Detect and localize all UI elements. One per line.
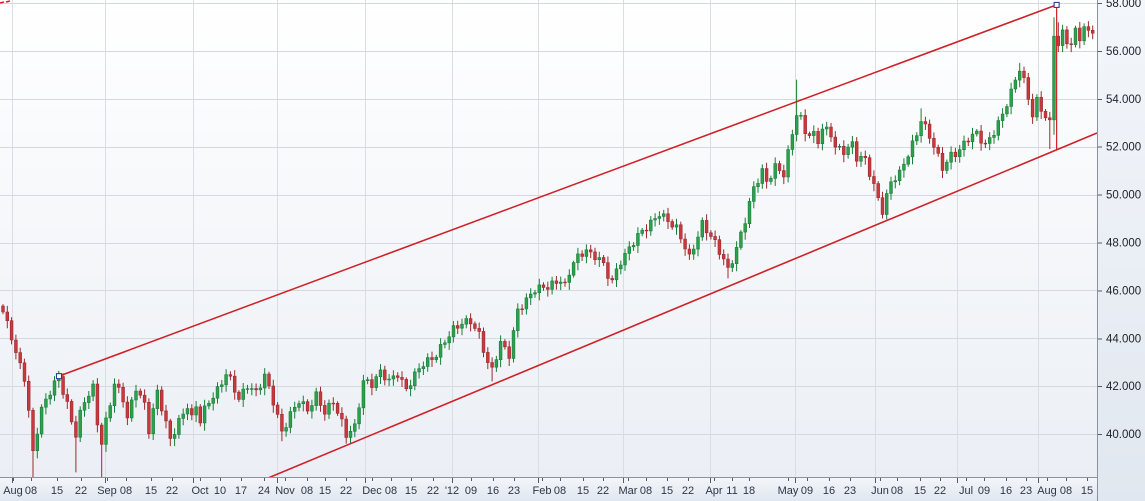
date-tick-label: 15 — [661, 485, 673, 497]
date-tick-label: Aug — [3, 485, 23, 497]
date-tick-label: 15 — [577, 485, 589, 497]
date-tick-label: 08 — [25, 485, 37, 497]
date-tick-label: 16 — [1000, 485, 1012, 497]
price-tick-label: 56.000 — [1106, 46, 1141, 58]
date-tick-label: Jun — [871, 485, 889, 497]
date-tick-label: 08 — [891, 485, 903, 497]
date-tick-label: 08 — [385, 485, 397, 497]
date-tick-label: 08 — [554, 485, 566, 497]
date-tick-label: Feb — [533, 485, 552, 497]
date-tick-label: Nov — [275, 485, 295, 497]
date-tick-label: 15 — [405, 485, 417, 497]
date-tick-label: Mar — [619, 485, 638, 497]
date-tick-label: 15 — [319, 485, 331, 497]
date-tick-label: 23 — [1020, 485, 1032, 497]
date-tick-label: 24 — [258, 485, 270, 497]
channel-anchor-marker[interactable] — [1054, 2, 1059, 7]
date-tick-label: Sep — [97, 485, 117, 497]
date-tick-label: 22 — [597, 485, 609, 497]
date-tick-label: 15 — [914, 485, 926, 497]
date-tick-label: 09 — [801, 485, 813, 497]
price-tick-label: 54.000 — [1106, 94, 1141, 106]
date-tick-label: 11 — [726, 485, 737, 497]
price-tick-label: 40.000 — [1106, 429, 1141, 441]
date-tick-label: 09 — [978, 485, 990, 497]
date-tick-label: 09 — [465, 485, 477, 497]
date-tick-label: 15 — [145, 485, 157, 497]
date-tick-label: 16 — [487, 485, 499, 497]
date-tick-label: 22 — [682, 485, 694, 497]
date-tick-label: 22 — [75, 485, 87, 497]
date-tick-label: 10 — [214, 485, 226, 497]
chart-window: 58.000 56.000 54.000 52.000 50.000 48.000 46.0… — [0, 0, 1145, 501]
date-tick-label: 08 — [301, 485, 313, 497]
price-axis-panel[interactable] — [1098, 0, 1145, 501]
date-tick-label: Jul — [959, 485, 973, 497]
channel-anchor-marker[interactable] — [56, 374, 61, 379]
date-tick-label: 23 — [844, 485, 856, 497]
date-tick-label: May — [778, 485, 799, 497]
date-tick-label: 08 — [640, 485, 652, 497]
date-tick-label: 22 — [934, 485, 946, 497]
price-tick-label: 42.000 — [1106, 381, 1141, 393]
date-tick-label: Oct — [191, 485, 208, 497]
price-tick-label: 48.000 — [1106, 238, 1141, 250]
date-tick-label: 08 — [120, 485, 132, 497]
date-tick-label: 22 — [340, 485, 352, 497]
date-tick-label: 22 — [166, 485, 178, 497]
date-tick-label: 17 — [235, 485, 247, 497]
date-tick-label: Apr — [705, 485, 722, 497]
date-tick-label: 22 — [427, 485, 439, 497]
date-tick-label: 16 — [823, 485, 835, 497]
plot-background — [0, 0, 1097, 477]
candlestick-chart-surface[interactable]: 58.000 56.000 54.000 52.000 50.000 48.000 46.0… — [0, 0, 1145, 501]
date-tick-label: 15 — [1081, 485, 1093, 497]
price-tick-label: 44.000 — [1106, 333, 1141, 345]
price-tick-label: 46.000 — [1106, 285, 1141, 297]
date-tick-label: 18 — [743, 485, 755, 497]
date-tick-label: 23 — [508, 485, 520, 497]
date-tick-label: Aug — [1037, 485, 1057, 497]
price-tick-label: 52.000 — [1106, 142, 1141, 154]
price-tick-label: 50.000 — [1106, 190, 1141, 202]
date-tick-label: 08 — [1060, 485, 1072, 497]
date-tick-label: '12 — [445, 485, 459, 497]
date-tick-label: Dec — [362, 485, 382, 497]
price-tick-label: 58.000 — [1106, 0, 1141, 10]
date-tick-label: 15 — [51, 485, 63, 497]
